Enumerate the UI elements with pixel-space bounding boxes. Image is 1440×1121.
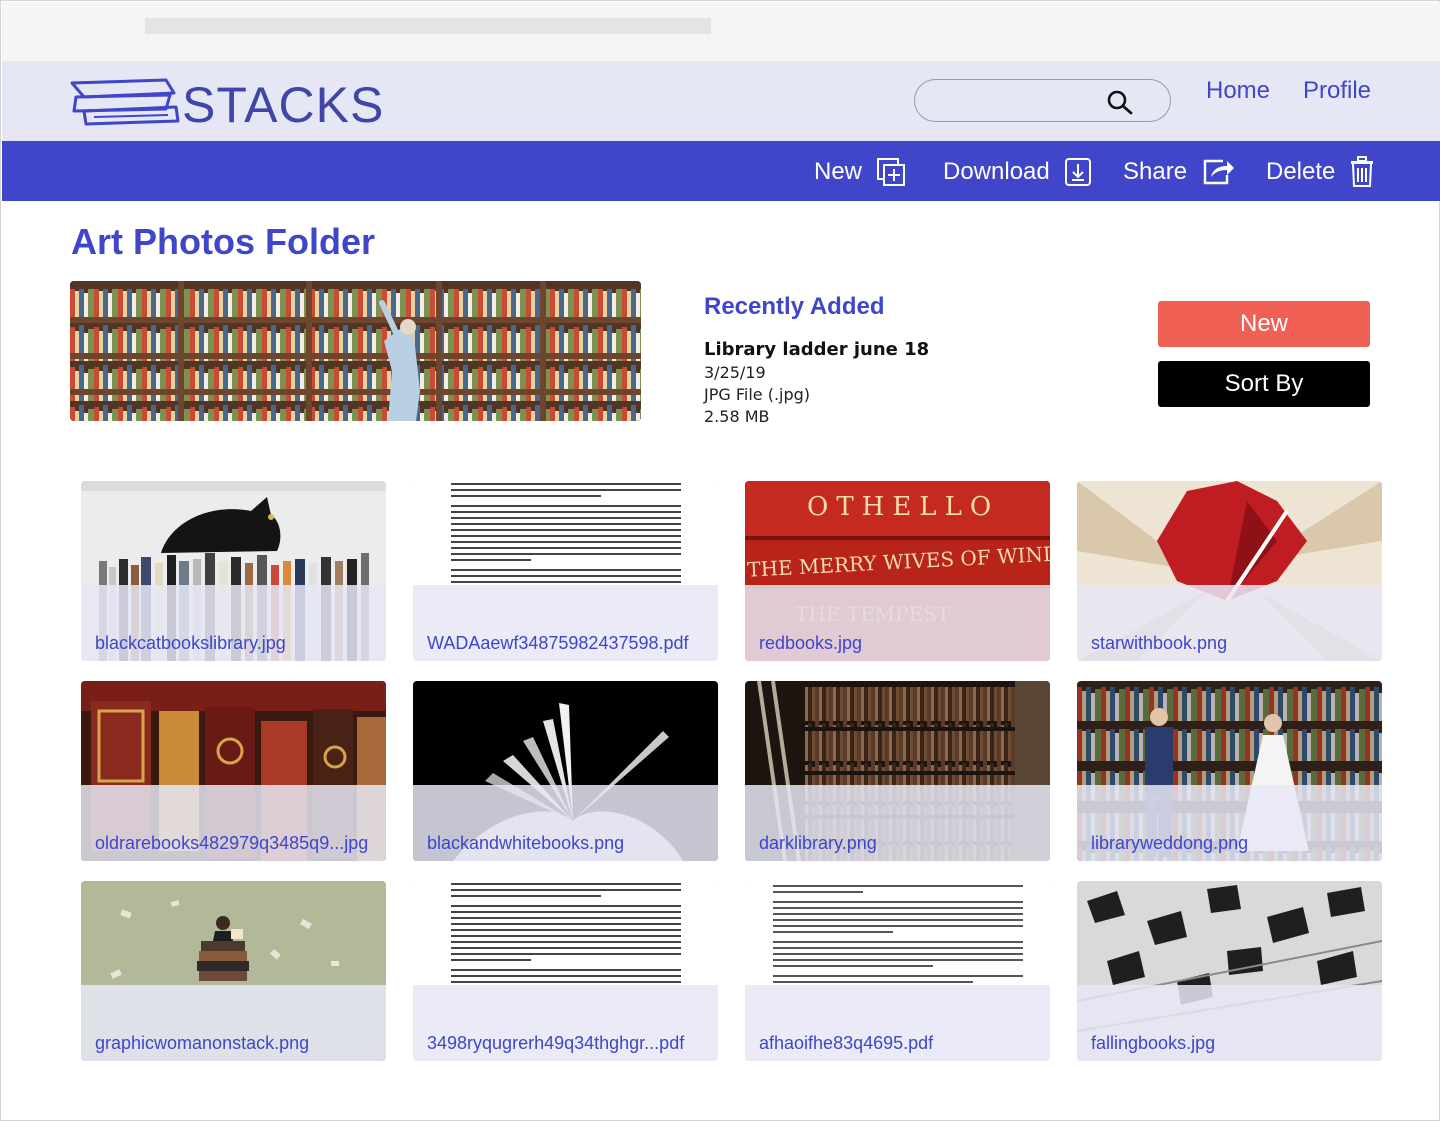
trash-icon	[1351, 156, 1374, 187]
toolbar-new-button[interactable]: New	[814, 155, 908, 189]
stacks-logo-icon	[70, 78, 180, 126]
file-card[interactable]: libraryweddong.png	[1077, 681, 1382, 861]
page-title: Art Photos Folder	[71, 221, 375, 262]
recent-file-name[interactable]: Library ladder june 18	[704, 339, 929, 360]
toolbar-share-label: Share	[1123, 158, 1188, 185]
file-card[interactable]: fallingbooks.jpg	[1077, 881, 1382, 1061]
toolbar-new-label: New	[814, 158, 863, 185]
add-document-icon	[877, 158, 906, 186]
file-card[interactable]: oldrarebooks482979q3485q9...jpg	[81, 681, 386, 861]
app-window: STACKS Home Profile New Download Share D…	[0, 0, 1440, 1121]
recently-added-heading: Recently Added	[704, 293, 885, 320]
search-box[interactable]	[914, 79, 1171, 122]
file-card[interactable]: darklibrary.png	[745, 681, 1050, 861]
download-icon	[1064, 158, 1091, 186]
search-icon[interactable]	[1105, 88, 1135, 116]
share-icon	[1203, 159, 1235, 185]
browser-bar	[2, 2, 1440, 61]
file-name: blackandwhitebooks.png	[427, 833, 625, 853]
toolbar-download-button[interactable]: Download	[943, 155, 1092, 189]
toolbar-delete-label: Delete	[1266, 158, 1336, 185]
file-name: WADAaewf34875982437598.pdf	[427, 633, 689, 653]
file-card[interactable]: starwithbook.png	[1077, 481, 1382, 661]
file-name: libraryweddong.png	[1091, 833, 1249, 853]
recent-file-preview[interactable]	[70, 281, 641, 421]
sort-by-button[interactable]: Sort By	[1158, 361, 1370, 407]
file-name: blackcatbookslibrary.jpg	[95, 633, 286, 653]
new-button[interactable]: New	[1158, 301, 1370, 347]
file-card[interactable]: blackcatbookslibrary.jpg	[81, 481, 386, 661]
logo[interactable]: STACKS	[70, 77, 390, 133]
toolbar-delete-button[interactable]: Delete	[1266, 155, 1375, 189]
file-card[interactable]: OTHELLO THE MERRY WIVES OF WIND THE TEMP…	[745, 481, 1050, 661]
recent-file-type: JPG File (.jpg)	[704, 385, 811, 404]
toolbar-download-label: Download	[943, 158, 1050, 185]
file-name: graphicwomanonstack.png	[95, 1033, 310, 1053]
file-card[interactable]: afhaoifhe83q4695.pdf	[745, 881, 1050, 1061]
file-name: fallingbooks.jpg	[1091, 1033, 1216, 1053]
nav-profile-link[interactable]: Profile	[1303, 77, 1371, 105]
toolbar-share-button[interactable]: Share	[1123, 155, 1235, 189]
bookshelf-image	[70, 281, 641, 421]
recent-file-date: 3/25/19	[704, 363, 766, 382]
nav-home-link[interactable]: Home	[1206, 77, 1270, 105]
file-name: starwithbook.png	[1091, 633, 1228, 653]
header: STACKS Home Profile	[2, 61, 1440, 141]
file-card[interactable]: WADAaewf34875982437598.pdf	[413, 481, 718, 661]
toolbar: New Download Share Delete	[2, 141, 1440, 201]
svg-text:OTHELLO: OTHELLO	[807, 492, 999, 522]
file-card[interactable]: blackandwhitebooks.png	[413, 681, 718, 861]
file-card[interactable]: 3498ryqugrerh49q34thghgr...pdf	[413, 881, 718, 1061]
file-card[interactable]: graphicwomanonstack.png	[81, 881, 386, 1061]
recent-file-size: 2.58 MB	[704, 407, 770, 426]
file-name: 3498ryqugrerh49q34thghgr...pdf	[427, 1033, 685, 1053]
address-bar[interactable]	[145, 18, 711, 34]
search-input[interactable]	[929, 88, 1099, 114]
logo-text: STACKS	[182, 77, 385, 133]
file-name: redbooks.jpg	[759, 633, 863, 653]
file-name: afhaoifhe83q4695.pdf	[759, 1033, 934, 1053]
file-name: darklibrary.png	[759, 833, 877, 853]
file-name: oldrarebooks482979q3485q9...jpg	[95, 833, 369, 853]
